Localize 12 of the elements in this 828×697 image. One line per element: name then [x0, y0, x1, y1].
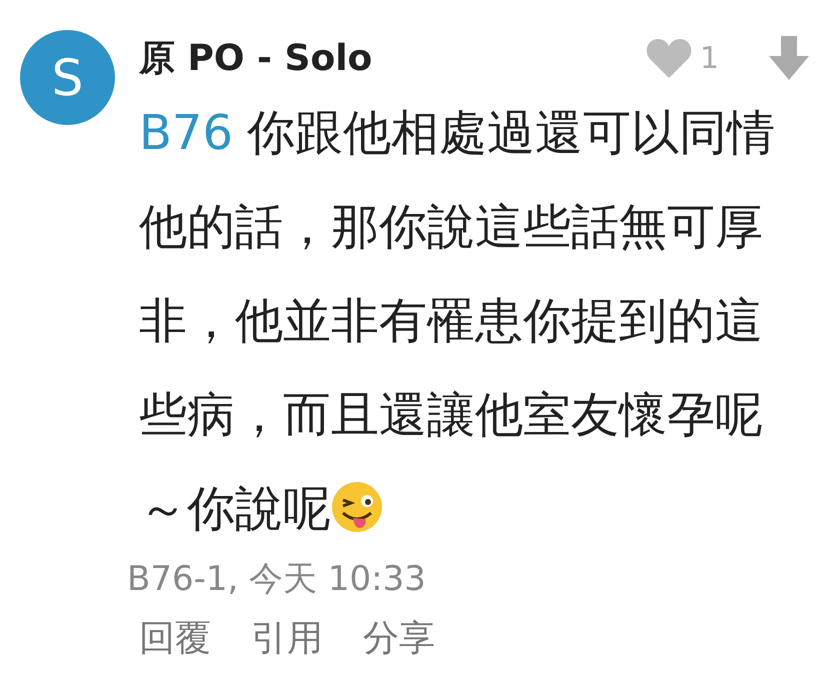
author-name: 原 PO - Solo	[139, 36, 374, 80]
action-link[interactable]: 分享	[363, 614, 435, 663]
winking-face-icon	[331, 481, 383, 533]
reply-link[interactable]: B76	[139, 105, 234, 161]
down-arrow-icon[interactable]	[769, 36, 809, 80]
heart-icon[interactable]	[646, 38, 692, 78]
action-link[interactable]: 回覆	[139, 614, 211, 663]
action-link[interactable]: 引用	[251, 614, 323, 663]
comment-text: B76 你跟他相處過還可以同情他的話，那你說這些話無可厚非，他並非有罹患你提到的這些病，而且還讓他室友懷孕呢～你說呢	[139, 104, 776, 539]
avatar: S	[20, 30, 115, 125]
post-meta: B76-1, 今天 10:33	[127, 558, 427, 601]
like-count: 1	[700, 40, 719, 76]
